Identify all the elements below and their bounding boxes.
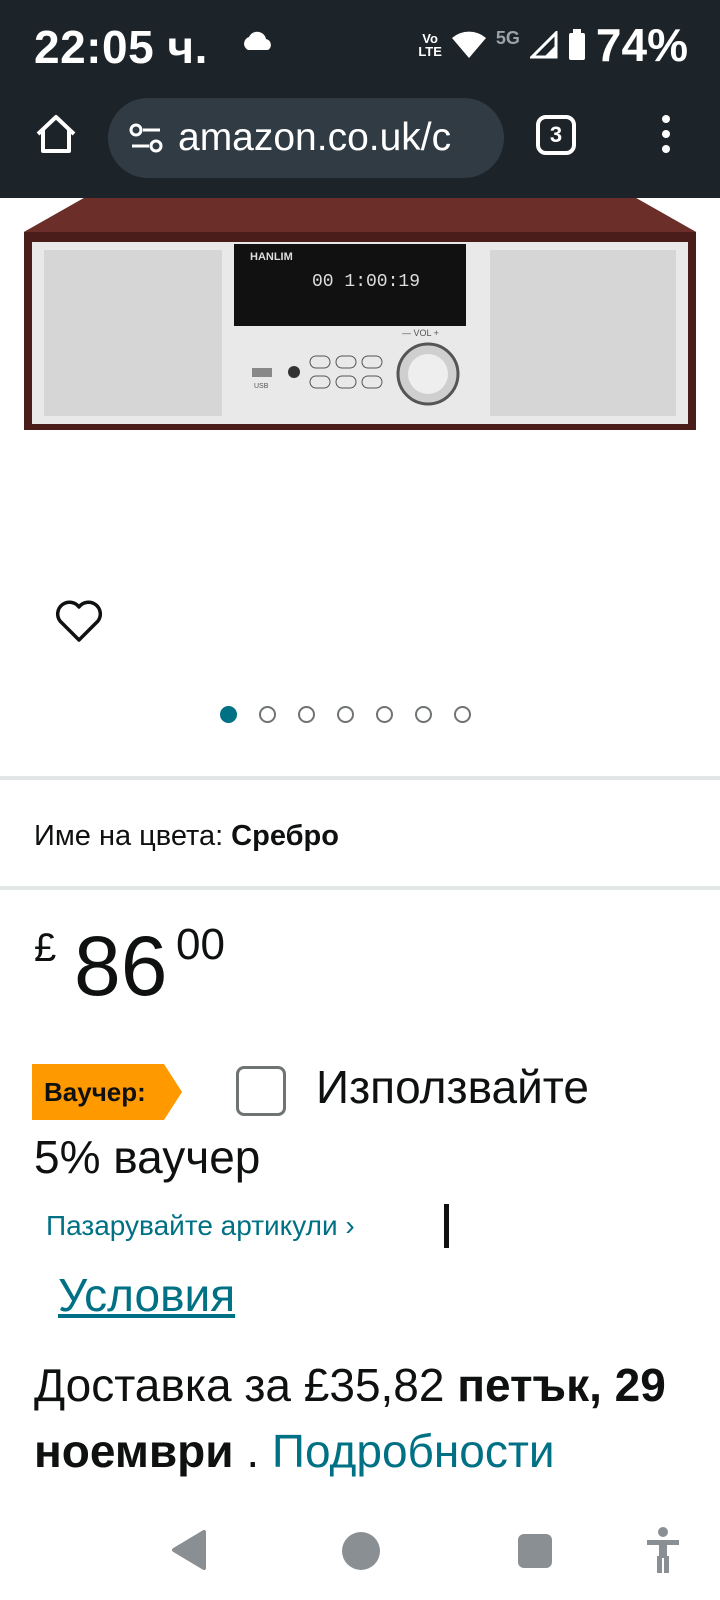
volte-icon: Vo LTE: [418, 31, 442, 59]
status-bar: 22:05 ч. Vo LTE 5G 74%: [0, 0, 720, 88]
home-icon: [36, 115, 76, 153]
carousel-dot[interactable]: [220, 706, 237, 723]
tab-switcher-button[interactable]: 3: [536, 115, 576, 155]
image-carousel-dots: [220, 706, 471, 723]
color-selector: Име на цвета: Сребро: [34, 820, 339, 853]
menu-dot-icon: [662, 115, 670, 123]
delivery-info: Доставка за £35,82 петък, 29 ноември . П…: [34, 1352, 694, 1484]
home-button[interactable]: [30, 108, 82, 160]
carousel-dot[interactable]: [454, 706, 471, 723]
overflow-menu-button[interactable]: [656, 110, 676, 164]
price-fraction: 00: [176, 920, 225, 969]
separator: [444, 1204, 449, 1248]
carousel-dot[interactable]: [415, 706, 432, 723]
wifi-icon: [451, 31, 486, 58]
battery-percent: 74%: [595, 19, 688, 71]
voucher-text: Използвайте: [316, 1061, 589, 1113]
menu-dot-icon: [662, 130, 670, 138]
voucher-badge-label: Ваучер:: [44, 1077, 146, 1107]
delivery-details-link[interactable]: Подробности: [272, 1425, 555, 1477]
heart-icon[interactable]: [54, 598, 104, 644]
divider: [0, 776, 720, 780]
browser-toolbar: amazon.co.uk/c 3: [0, 88, 720, 198]
product-usb-label: USB: [254, 383, 269, 390]
carousel-dot[interactable]: [298, 706, 315, 723]
product-vol-label: — VOL +: [402, 328, 439, 338]
voucher-checkbox[interactable]: [236, 1066, 286, 1116]
url-bar[interactable]: amazon.co.uk/c: [108, 98, 504, 178]
color-value: Сребро: [231, 820, 339, 852]
price-whole: 86: [74, 919, 168, 1013]
carousel-dot[interactable]: [337, 706, 354, 723]
carousel-dot[interactable]: [259, 706, 276, 723]
recents-icon[interactable]: [518, 1534, 552, 1568]
price-currency: £: [34, 926, 57, 970]
back-icon[interactable]: [170, 1528, 210, 1572]
battery-icon: [568, 29, 585, 60]
product-display-text: 00 1:00:19: [312, 272, 420, 292]
nav-home-icon[interactable]: [342, 1532, 380, 1570]
divider: [0, 886, 720, 890]
carousel-dot[interactable]: [376, 706, 393, 723]
delivery-dot: .: [233, 1425, 272, 1477]
url-text[interactable]: amazon.co.uk/c: [178, 116, 451, 160]
system-nav-bar: [0, 1508, 720, 1600]
menu-dot-icon: [662, 145, 670, 153]
network-type: 5G: [495, 27, 520, 48]
shop-items-link[interactable]: Пазарувайте артикули ›: [46, 1210, 355, 1242]
terms-link[interactable]: Условия: [58, 1268, 235, 1322]
cloud-icon: [244, 31, 271, 50]
product-brand-label: HANLIM: [250, 251, 293, 263]
status-time: 22:05 ч.: [34, 21, 208, 73]
product-image[interactable]: HANLIM 00 1:00:19 — VOL + USB: [24, 198, 696, 438]
delivery-prefix: Доставка за £35,82: [34, 1359, 458, 1411]
status-icons: Vo LTE 5G 74%: [418, 18, 688, 72]
color-label: Име на цвета:: [34, 820, 224, 852]
site-settings-icon[interactable]: [124, 116, 168, 160]
signal-icon: [529, 31, 558, 59]
accessibility-icon[interactable]: [646, 1526, 680, 1574]
voucher-text-line2: 5% ваучер: [34, 1131, 261, 1183]
